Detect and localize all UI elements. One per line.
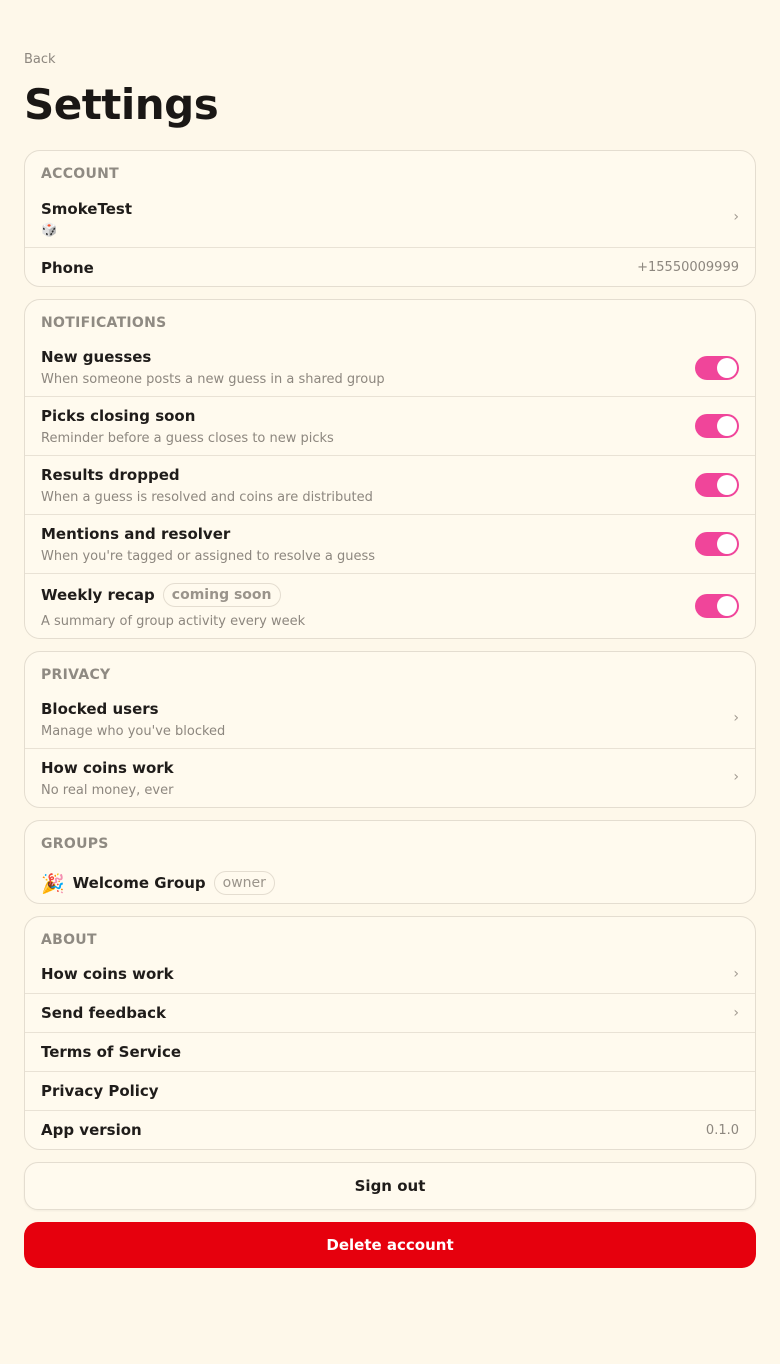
mentions-toggle[interactable] (695, 532, 739, 556)
delete-account-button[interactable]: Delete account (24, 1222, 756, 1268)
privacy-item-label: How coins work (41, 759, 174, 777)
notification-label: Mentions and resolver (41, 525, 231, 543)
about-item-label: Privacy Policy (41, 1082, 159, 1100)
notification-label: New guesses (41, 348, 152, 366)
party-popper-icon: 🎉 (41, 872, 65, 895)
group-role-badge: owner (213, 871, 275, 895)
account-section-title: ACCOUNT (41, 166, 120, 182)
privacy-item-description: Manage who you've blocked (41, 724, 226, 739)
notification-description: When you're tagged or assigned to resolv… (41, 549, 376, 564)
groups-card: GROUPS 🎉 Welcome Group owner (24, 820, 756, 904)
about-row-terms[interactable]: Terms of Service (25, 1032, 755, 1071)
results-dropped-toggle[interactable] (695, 473, 739, 497)
toggle-knob (717, 358, 737, 378)
about-row-send-feedback[interactable]: Send feedback › (25, 993, 755, 1032)
app-version-value: 0.1.0 (705, 1123, 739, 1138)
notification-row-weekly-recap: Weekly recap coming soon A summary of gr… (25, 573, 755, 638)
toggle-knob (717, 534, 737, 554)
group-row-welcome[interactable]: 🎉 Welcome Group owner (25, 865, 755, 901)
notification-row-mentions: Mentions and resolver When you're tagged… (25, 514, 755, 573)
chevron-right-icon: › (733, 966, 739, 982)
account-username: SmokeTest (41, 200, 132, 218)
privacy-row-blocked-users[interactable]: Blocked users Manage who you've blocked … (25, 690, 755, 748)
account-profile-row[interactable]: SmokeTest 🎲 › (25, 191, 755, 247)
notification-description: Reminder before a guess closes to new pi… (41, 431, 334, 446)
chevron-right-icon: › (733, 769, 739, 785)
about-row-privacy-policy[interactable]: Privacy Policy (25, 1071, 755, 1110)
chevron-right-icon: › (733, 1005, 739, 1021)
notification-description: A summary of group activity every week (41, 614, 306, 629)
about-item-label: How coins work (41, 965, 174, 983)
notification-row-new-guesses: New guesses When someone posts a new gue… (25, 338, 755, 396)
chevron-right-icon: › (733, 209, 739, 225)
group-name: Welcome Group (72, 874, 206, 892)
notifications-section-title: NOTIFICATIONS (41, 315, 167, 331)
account-card: ACCOUNT SmokeTest 🎲 › Phone +15550009999 (24, 150, 756, 287)
groups-section-title: GROUPS (41, 836, 109, 852)
notifications-card: NOTIFICATIONS New guesses When someone p… (24, 299, 756, 639)
phone-row: Phone +15550009999 (25, 247, 755, 286)
notification-label: Results dropped (41, 466, 180, 484)
toggle-knob (717, 475, 737, 495)
about-card: ABOUT How coins work › Send feedback › T… (24, 916, 756, 1150)
about-item-label: Terms of Service (41, 1043, 182, 1061)
toggle-knob (717, 596, 737, 616)
notification-label: Picks closing soon (41, 407, 196, 425)
new-guesses-toggle[interactable] (695, 356, 739, 380)
privacy-card: PRIVACY Blocked users Manage who you've … (24, 651, 756, 808)
phone-label: Phone (41, 259, 94, 277)
account-avatar-emoji: 🎲 (41, 223, 58, 238)
toggle-knob (717, 416, 737, 436)
notification-description: When a guess is resolved and coins are d… (41, 490, 373, 505)
chevron-right-icon: › (733, 710, 739, 726)
notification-row-picks-closing: Picks closing soon Reminder before a gue… (25, 396, 755, 455)
privacy-section-title: PRIVACY (41, 667, 111, 683)
page-title: Settings (24, 80, 219, 129)
phone-value: +15550009999 (637, 260, 739, 275)
back-link[interactable]: Back (24, 52, 56, 67)
about-section-title: ABOUT (41, 932, 97, 948)
picks-closing-toggle[interactable] (695, 414, 739, 438)
about-item-label: Send feedback (41, 1004, 166, 1022)
notification-row-results-dropped: Results dropped When a guess is resolved… (25, 455, 755, 514)
privacy-item-label: Blocked users (41, 700, 159, 718)
about-row-app-version: App version 0.1.0 (25, 1110, 755, 1149)
privacy-item-description: No real money, ever (41, 783, 174, 798)
notification-label: Weekly recap (41, 586, 155, 604)
coming-soon-badge: coming soon (162, 583, 281, 607)
privacy-row-how-coins-work[interactable]: How coins work No real money, ever › (25, 748, 755, 807)
sign-out-button[interactable]: Sign out (24, 1162, 756, 1210)
notification-description: When someone posts a new guess in a shar… (41, 372, 385, 387)
notification-label-group: Weekly recap coming soon (41, 583, 281, 607)
about-item-label: App version (41, 1121, 142, 1139)
weekly-recap-toggle[interactable] (695, 594, 739, 618)
about-row-how-coins-work[interactable]: How coins work › (25, 955, 755, 993)
